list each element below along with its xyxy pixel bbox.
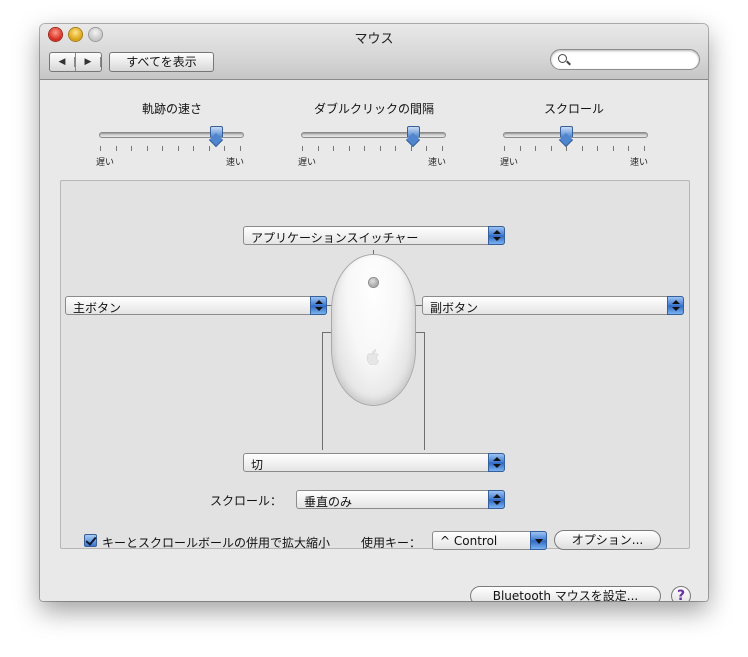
scroll-speed-title: スクロール <box>543 102 604 116</box>
zoom-checkbox[interactable] <box>84 534 97 547</box>
slider-tick <box>224 146 225 151</box>
top-button-popup[interactable]: アプリケーションスイッチャー <box>243 226 505 245</box>
slider-tick <box>566 146 567 151</box>
forward-button[interactable]: ▶ <box>76 53 101 71</box>
slider-tick <box>581 146 583 151</box>
window-title: マウス <box>354 32 394 47</box>
modifier-key-label: 使用キー： <box>361 536 422 550</box>
slider-tick <box>317 146 319 151</box>
slider-tick <box>146 146 148 151</box>
tracking-speed-ticks <box>100 146 241 151</box>
popup-arrows-icon <box>667 296 684 315</box>
popup-arrows-icon <box>488 490 505 509</box>
preference-pane: 軌跡の速さ 遅い 速い ダブルクリックの間隔 遅い 速い スクロール 遅い 速い… <box>40 80 708 601</box>
slider-tick <box>115 146 117 151</box>
scroll-speed-ticks <box>504 146 645 151</box>
tracking-speed-min-label: 遅い <box>96 158 115 168</box>
scroll-speed-min-label: 遅い <box>500 158 519 168</box>
right-button-value: 副ボタン <box>430 301 479 315</box>
connector-bottom-left-top <box>322 332 332 333</box>
left-button-value: 主ボタン <box>73 301 122 315</box>
scroll-mode-label: スクロール： <box>210 494 283 508</box>
slider-tick <box>410 146 412 151</box>
popup-arrows-icon <box>488 226 505 245</box>
popup-arrows-icon <box>488 453 505 472</box>
slider-tick <box>519 146 521 151</box>
slider-tick <box>364 146 365 151</box>
top-button-value: アプリケーションスイッチャー <box>251 231 419 245</box>
slider-tick <box>597 146 598 151</box>
modifier-key-popup[interactable]: ^ Control <box>432 531 547 550</box>
slider-tick <box>504 146 505 151</box>
magnifier-icon <box>558 54 567 63</box>
scroll-speed-track[interactable] <box>503 132 648 138</box>
slider-tick <box>348 146 350 151</box>
right-button-popup[interactable]: 副ボタン <box>422 296 684 315</box>
scroll-mode-value: 垂直のみ <box>304 495 353 509</box>
scroll-ball-icon[interactable] <box>369 278 378 287</box>
slider-tick <box>100 146 101 151</box>
scroll-mode-popup[interactable]: 垂直のみ <box>296 490 505 509</box>
double-click-speed-track[interactable] <box>301 132 446 138</box>
double-click-speed-max-label: 速い <box>428 158 447 168</box>
double-click-speed-ticks <box>302 146 443 151</box>
connector-bottom-left <box>322 332 323 450</box>
slider-tick <box>643 146 645 151</box>
tracking-speed-title: 軌跡の速さ <box>141 102 202 116</box>
slider-tick <box>379 146 381 151</box>
scroll-speed-thumb[interactable] <box>559 126 573 143</box>
slider-tick <box>162 146 163 151</box>
triangle-right-icon: ▶ <box>76 57 101 67</box>
preferences-window: マウス ◀ ▶ すべてを表示 軌跡の速さ 遅い 速い ダブルクリックの間隔 遅い… <box>40 24 708 601</box>
slider-tick <box>535 146 536 151</box>
title-bar: マウス ◀ ▶ すべてを表示 <box>40 24 708 80</box>
chevron-down-icon <box>530 531 547 550</box>
slider-tick <box>441 146 443 151</box>
slider-tick <box>208 146 210 151</box>
zoom-options-button[interactable]: オプション... <box>554 530 661 550</box>
slider-tick <box>426 146 427 151</box>
bottom-button-value: 切 <box>251 458 264 472</box>
bluetooth-mouse-setup-button[interactable]: Bluetooth マウスを設定... <box>470 586 661 601</box>
double-click-speed-thumb[interactable] <box>406 126 420 143</box>
zoom-checkbox-label: キーとスクロールボールの併用で拡大縮小 <box>102 536 331 550</box>
slider-tick <box>628 146 629 151</box>
search-field[interactable] <box>550 49 700 70</box>
apple-logo-icon <box>366 349 380 365</box>
double-click-speed-title: ダブルクリックの間隔 <box>313 102 434 116</box>
slider-tick <box>131 146 132 151</box>
mouse-illustration <box>332 255 415 405</box>
slider-tick <box>550 146 552 151</box>
slider-tick <box>177 146 179 151</box>
history-navigation: ◀ ▶ <box>49 52 102 72</box>
tracking-speed-max-label: 速い <box>226 158 245 168</box>
slider-tick <box>612 146 614 151</box>
tracking-speed-thumb[interactable] <box>210 126 224 143</box>
popup-arrows-icon <box>310 296 327 315</box>
search-input[interactable] <box>573 51 695 68</box>
slider-tick <box>239 146 241 151</box>
slider-tick <box>302 146 303 151</box>
connector-bottom-right <box>424 332 425 450</box>
show-all-button[interactable]: すべてを表示 <box>109 52 214 72</box>
double-click-speed-min-label: 遅い <box>298 158 317 168</box>
scroll-speed-max-label: 速い <box>630 158 649 168</box>
slider-tick <box>395 146 396 151</box>
left-button-popup[interactable]: 主ボタン <box>65 296 327 315</box>
slider-tick <box>193 146 194 151</box>
triangle-left-icon: ◀ <box>50 57 75 67</box>
help-icon[interactable]: ? <box>671 586 691 601</box>
back-button[interactable]: ◀ <box>50 53 76 71</box>
modifier-key-value: ^ Control <box>440 534 498 548</box>
bottom-button-popup[interactable]: 切 <box>243 453 505 472</box>
slider-tick <box>333 146 334 151</box>
